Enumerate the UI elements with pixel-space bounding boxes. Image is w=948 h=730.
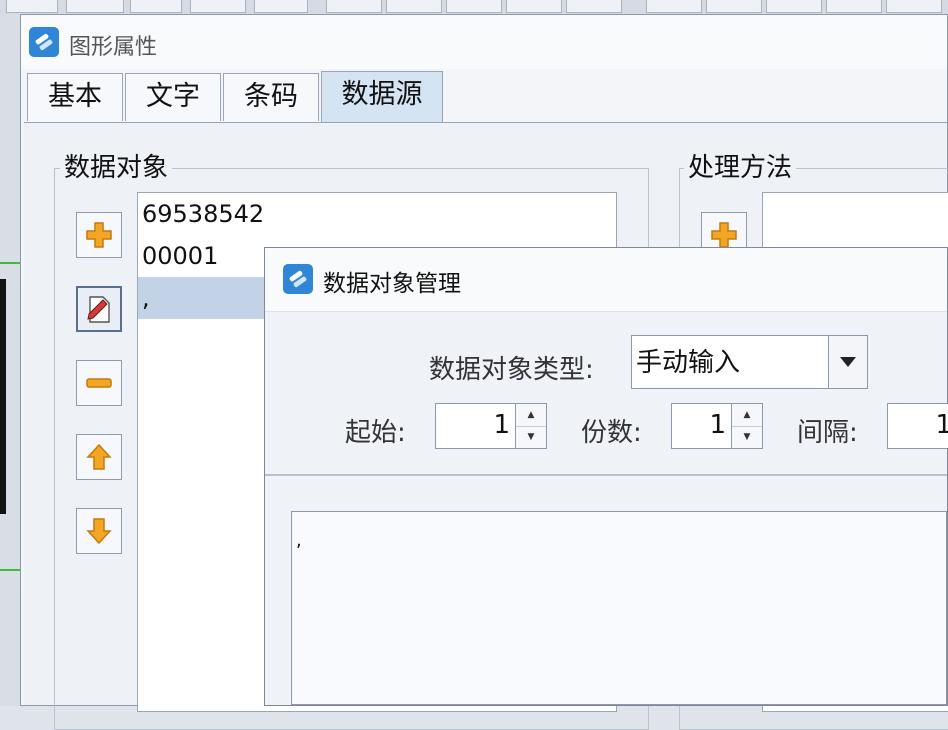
tab-data-source[interactable]: 数据源 bbox=[321, 71, 443, 123]
remove-data-object-button[interactable] bbox=[76, 360, 122, 406]
start-value: 1 bbox=[493, 410, 510, 440]
toolbar-button[interactable] bbox=[826, 0, 882, 13]
edit-icon bbox=[87, 296, 110, 323]
guide-line bbox=[0, 569, 20, 571]
tab-barcode[interactable]: 条码 bbox=[223, 73, 319, 121]
canvas-edge bbox=[0, 279, 6, 514]
toolbar-button[interactable] bbox=[446, 0, 502, 13]
window-title: 图形属性 bbox=[69, 35, 158, 60]
dialog-title: 数据对象管理 bbox=[323, 271, 461, 297]
dialog-divider bbox=[265, 474, 947, 476]
toolbar-button[interactable] bbox=[66, 0, 124, 13]
copies-stepper[interactable]: 1 ▲ ▼ bbox=[671, 403, 763, 449]
window-titlebar: 图形属性 bbox=[21, 15, 947, 69]
toolbar-button[interactable] bbox=[506, 0, 562, 13]
add-icon bbox=[86, 222, 112, 248]
app-logo-icon bbox=[283, 264, 313, 294]
data-object-group-label: 数据对象 bbox=[60, 154, 173, 182]
type-select[interactable]: 手动输入 bbox=[631, 335, 868, 389]
spin-up-icon[interactable]: ▲ bbox=[732, 404, 762, 427]
move-down-icon bbox=[86, 518, 112, 545]
move-down-button[interactable] bbox=[76, 508, 122, 554]
start-stepper[interactable]: 1 ▲ ▼ bbox=[435, 403, 547, 449]
tab-bar: 基本 文字 条码 数据源 bbox=[21, 71, 947, 123]
copies-label: 份数: bbox=[581, 418, 642, 448]
chevron-down-icon[interactable] bbox=[828, 336, 867, 388]
spin-up-icon[interactable]: ▲ bbox=[516, 404, 546, 427]
interval-stepper[interactable]: 1 bbox=[887, 403, 948, 449]
copies-value: 1 bbox=[709, 410, 726, 440]
guide-line bbox=[0, 262, 20, 264]
data-object-manager-dialog: 数据对象管理 数据对象类型: 手动输入 起始: 1 ▲ ▼ 份数: 1 ▲ ▼ … bbox=[264, 247, 948, 706]
edit-data-object-button[interactable] bbox=[76, 286, 122, 332]
toolbar-button[interactable] bbox=[190, 0, 246, 13]
toolbar-button[interactable] bbox=[326, 0, 382, 13]
toolbar-button[interactable] bbox=[766, 0, 822, 13]
type-select-value: 手动输入 bbox=[636, 348, 741, 378]
tab-basic[interactable]: 基本 bbox=[27, 73, 123, 121]
toolbar-button[interactable] bbox=[386, 0, 442, 13]
toolbar-button[interactable] bbox=[886, 0, 942, 13]
toolbar-button[interactable] bbox=[706, 0, 762, 13]
main-left-ruler bbox=[0, 14, 21, 706]
spin-down-icon[interactable]: ▼ bbox=[516, 426, 546, 448]
interval-label: 间隔: bbox=[797, 418, 858, 448]
main-toolbar bbox=[0, 0, 948, 15]
start-label: 起始: bbox=[345, 418, 406, 448]
toolbar-button[interactable] bbox=[254, 0, 308, 13]
toolbar-button[interactable] bbox=[646, 0, 702, 13]
data-content-textarea[interactable]: , bbox=[291, 511, 947, 705]
interval-value: 1 bbox=[935, 410, 948, 440]
type-label: 数据对象类型: bbox=[429, 355, 594, 385]
list-item[interactable]: 69538542 bbox=[138, 193, 616, 235]
spin-down-icon[interactable]: ▼ bbox=[732, 426, 762, 448]
processing-method-group-label: 处理方法 bbox=[684, 154, 797, 182]
move-up-button[interactable] bbox=[76, 434, 122, 480]
dialog-titlebar: 数据对象管理 bbox=[265, 248, 947, 312]
toolbar-button[interactable] bbox=[6, 0, 58, 13]
remove-icon bbox=[86, 378, 112, 388]
add-data-object-button[interactable] bbox=[76, 212, 122, 258]
toolbar-button[interactable] bbox=[566, 0, 622, 13]
tab-text[interactable]: 文字 bbox=[125, 73, 221, 121]
toolbar-button[interactable] bbox=[130, 0, 182, 13]
add-icon bbox=[711, 222, 737, 248]
move-up-icon bbox=[86, 443, 112, 470]
app-logo-icon bbox=[29, 27, 59, 57]
